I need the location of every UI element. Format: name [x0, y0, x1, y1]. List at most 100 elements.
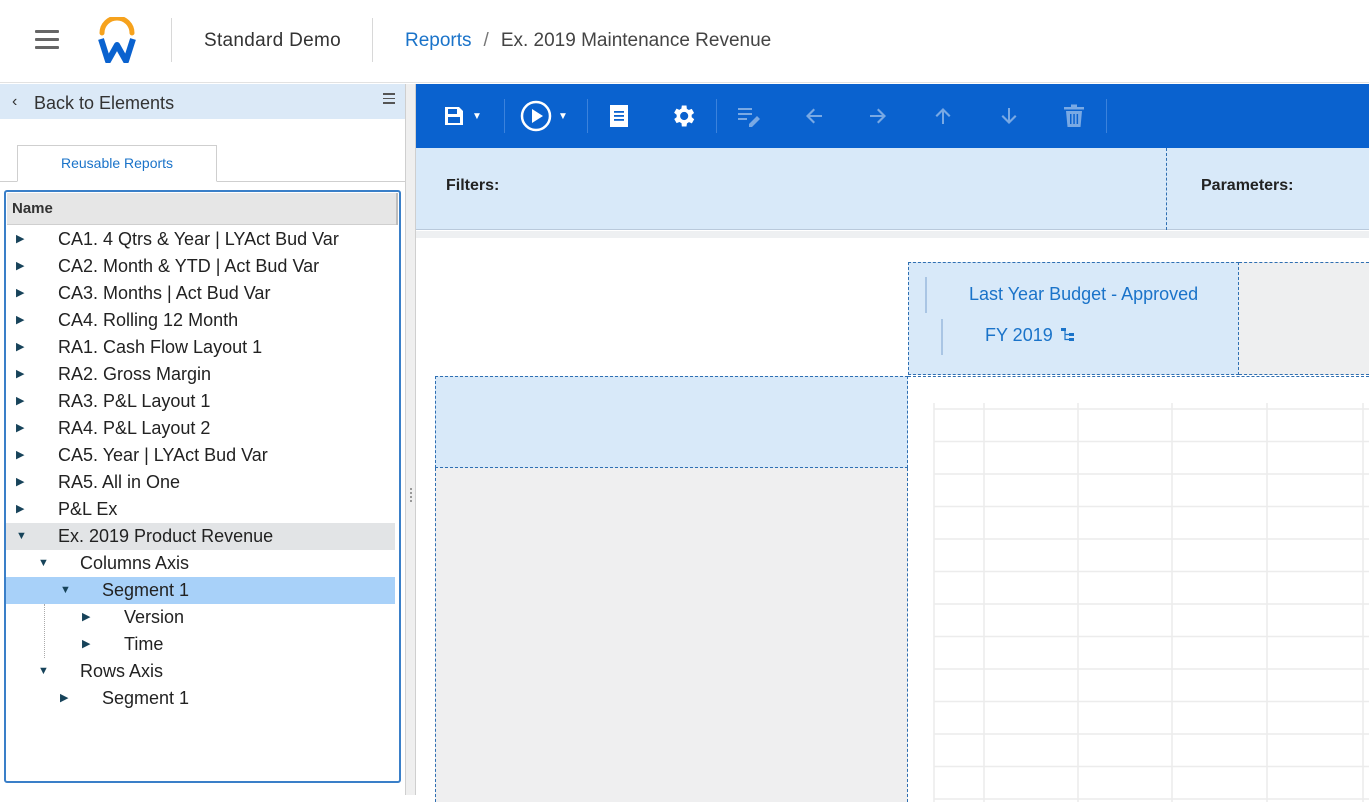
row-axis-header[interactable]: [435, 376, 908, 468]
tenant-name: Standard Demo: [204, 30, 341, 51]
expand-icon[interactable]: ▶: [16, 253, 28, 280]
run-icon: [520, 100, 552, 132]
tree-row[interactable]: ▼ Columns Axis: [6, 550, 395, 577]
tree-row-label: RA5. All in One: [58, 472, 181, 492]
tree-row[interactable]: ▼ Segment 1: [6, 577, 395, 604]
expand-icon[interactable]: ▶: [16, 226, 28, 253]
expand-icon[interactable]: ▶: [16, 334, 28, 361]
app-header: Standard Demo Reports / Ex. 2019 Mainten…: [0, 0, 1369, 83]
breadcrumb-separator: /: [483, 30, 489, 51]
panel-splitter[interactable]: [405, 84, 416, 795]
tree-row[interactable]: ▶ CA3. Months | Act Bud Var: [6, 280, 395, 307]
column-time-member[interactable]: FY 2019: [985, 325, 1053, 346]
filters-drop-zone[interactable]: Filters:: [446, 177, 499, 195]
tree-row-label: Version: [124, 607, 185, 627]
tree-row[interactable]: ▶ Time: [6, 631, 395, 658]
tree-row-label: Ex. 2019 Product Revenue: [58, 526, 274, 546]
tree-row-label: P&L Ex: [58, 499, 118, 519]
expand-icon[interactable]: ▶: [16, 388, 28, 415]
chevron-down-icon[interactable]: ▼: [472, 111, 482, 122]
tree-row[interactable]: ▶ RA4. P&L Layout 2: [6, 415, 395, 442]
document-button[interactable]: [608, 100, 630, 132]
move-left-button[interactable]: [804, 100, 824, 132]
tree-row[interactable]: ▶ CA4. Rolling 12 Month: [6, 307, 395, 334]
toolbar-separator: [587, 99, 588, 133]
tree-row-label: CA4. Rolling 12 Month: [58, 310, 239, 330]
menu-icon[interactable]: [35, 30, 59, 50]
workday-logo[interactable]: [98, 17, 136, 63]
tree-row-label: Segment 1: [102, 580, 190, 600]
tree-row[interactable]: ▼ Ex. 2019 Product Revenue: [6, 523, 395, 550]
tree-row[interactable]: ▶ P&L Ex: [6, 496, 395, 523]
collapse-icon[interactable]: ▼: [60, 577, 72, 604]
tree-row-label: RA2. Gross Margin: [58, 364, 212, 384]
tree-row[interactable]: ▶ RA2. Gross Margin: [6, 361, 395, 388]
tree-row-label: RA4. P&L Layout 2: [58, 418, 211, 438]
toolbar-separator: [504, 99, 505, 133]
expand-icon[interactable]: ▶: [16, 280, 28, 307]
tree-row[interactable]: ▶ CA1. 4 Qtrs & Year | LYAct Bud Var: [6, 226, 395, 253]
tree-row[interactable]: ▶ Segment 1: [6, 685, 395, 712]
collapse-icon[interactable]: ▼: [16, 523, 28, 550]
arrow-up-icon: [935, 108, 951, 124]
splitter-grip-icon[interactable]: [410, 488, 412, 502]
edit-button[interactable]: [737, 100, 761, 132]
expand-icon[interactable]: ▶: [16, 442, 28, 469]
column-resize-handle[interactable]: [396, 193, 398, 225]
expand-icon[interactable]: ▶: [16, 415, 28, 442]
panel-menu-icon[interactable]: [383, 93, 395, 105]
tree-row[interactable]: ▶ CA5. Year | LYAct Bud Var: [6, 442, 395, 469]
collapse-icon[interactable]: ▼: [38, 658, 50, 685]
parameters-drop-zone[interactable]: Parameters:: [1201, 177, 1294, 195]
tree-row[interactable]: ▶ RA5. All in One: [6, 469, 395, 496]
back-to-elements-bar[interactable]: ‹ Back to Elements: [0, 84, 405, 119]
settings-button[interactable]: [669, 100, 697, 132]
move-right-button[interactable]: [868, 100, 888, 132]
tree-guide-line: [44, 604, 45, 658]
collapse-icon[interactable]: ▼: [38, 550, 50, 577]
tree-row-label: CA3. Months | Act Bud Var: [58, 283, 271, 303]
header-divider: [372, 18, 373, 62]
expand-icon[interactable]: ▶: [16, 361, 28, 388]
breadcrumb-reports-link[interactable]: Reports: [405, 30, 472, 52]
tree-row-label: Segment 1: [102, 688, 190, 708]
expand-icon[interactable]: ▶: [16, 496, 28, 523]
segment-bracket: [941, 319, 943, 355]
expand-icon[interactable]: ▶: [82, 631, 94, 658]
tree-row[interactable]: ▶ RA1. Cash Flow Layout 1: [6, 334, 395, 361]
name-column-label: Name: [12, 200, 53, 217]
chevron-down-icon[interactable]: ▼: [558, 111, 568, 122]
save-icon: [445, 107, 463, 125]
tree-row[interactable]: ▶ RA3. P&L Layout 1: [6, 388, 395, 415]
save-button[interactable]: ▼: [442, 100, 482, 132]
tree-row[interactable]: ▼ Rows Axis: [6, 658, 395, 685]
settings-icon: [674, 105, 695, 127]
delete-button[interactable]: [1063, 100, 1085, 132]
tree-column-header[interactable]: Name: [7, 193, 398, 225]
hierarchy-icon[interactable]: [1061, 327, 1075, 343]
row-axis-body[interactable]: [435, 468, 908, 802]
trash-icon: [1064, 104, 1084, 127]
edit-icon: [738, 108, 760, 127]
column-axis-header[interactable]: Last Year Budget - Approved FY 2019: [908, 262, 1239, 375]
expand-icon[interactable]: ▶: [82, 604, 94, 631]
tree-row-label: Columns Axis: [80, 553, 190, 573]
move-up-button[interactable]: [933, 100, 953, 132]
report-toolbar: ▼ ▼: [416, 84, 1369, 148]
expand-icon[interactable]: ▶: [16, 307, 28, 334]
column-version-member[interactable]: Last Year Budget - Approved: [969, 284, 1198, 305]
tree-row-label: CA5. Year | LYAct Bud Var: [58, 445, 268, 465]
arrow-right-icon: [870, 108, 886, 124]
chevron-left-icon[interactable]: ‹: [12, 93, 17, 111]
tab-reusable-reports[interactable]: Reusable Reports: [17, 145, 217, 182]
back-to-elements-link[interactable]: Back to Elements: [34, 93, 174, 114]
expand-icon[interactable]: ▶: [16, 469, 28, 496]
expand-icon[interactable]: ▶: [60, 685, 72, 712]
run-button[interactable]: ▼: [520, 100, 568, 132]
tree-row[interactable]: ▶ Version: [6, 604, 395, 631]
header-divider: [171, 18, 172, 62]
move-down-button[interactable]: [999, 100, 1019, 132]
arrow-left-icon: [806, 108, 822, 124]
report-tree[interactable]: Name ▶ CA1. 4 Qtrs & Year | LYAct Bud Var…: [4, 190, 401, 783]
tree-row[interactable]: ▶ CA2. Month & YTD | Act Bud Var: [6, 253, 395, 280]
